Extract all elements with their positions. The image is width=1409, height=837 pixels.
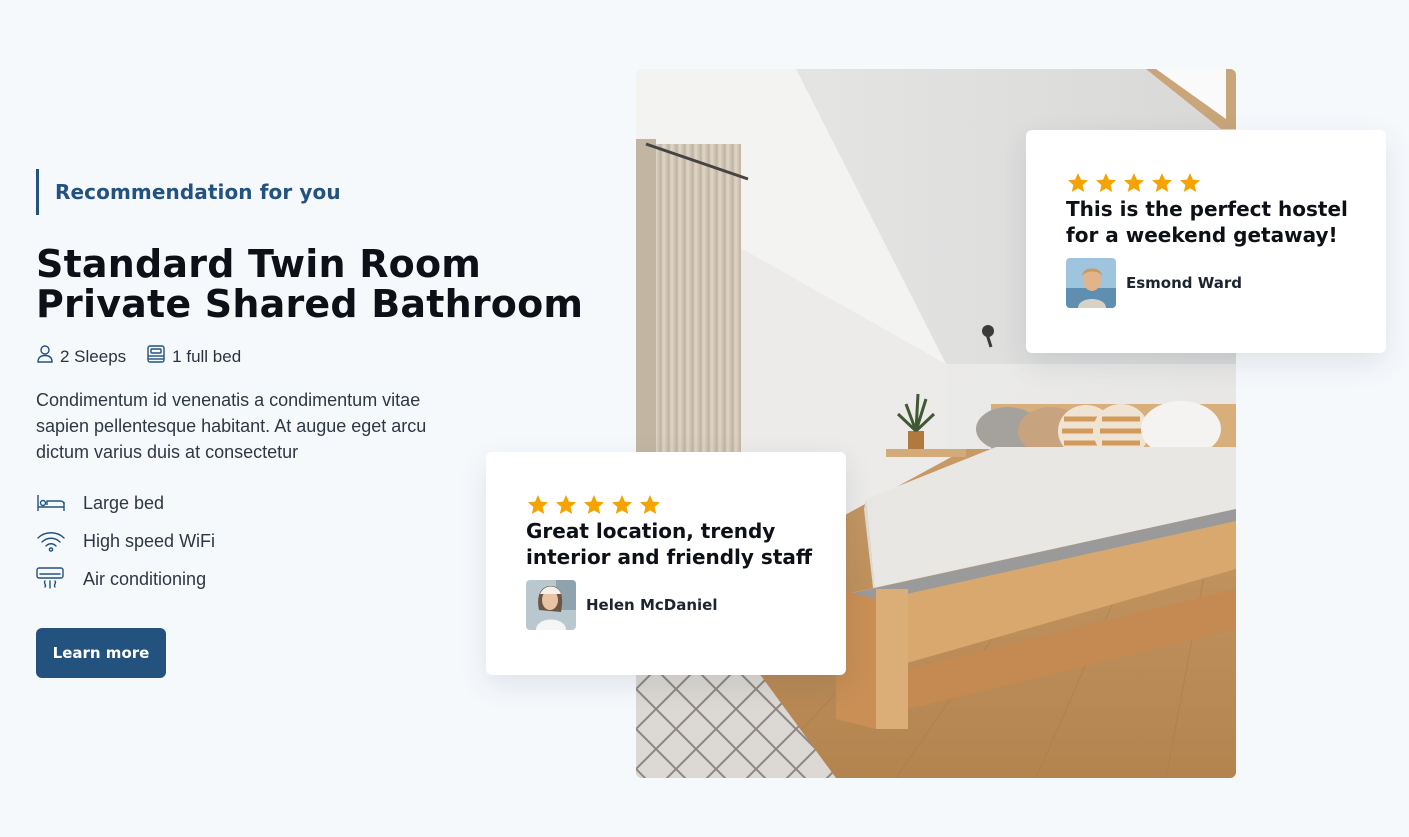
- amenity-label: Large bed: [83, 492, 165, 513]
- review-quote: This is the perfect hostel for a weekend…: [1066, 197, 1348, 247]
- author-name: Esmond Ward: [1126, 274, 1243, 292]
- eyebrow-label: Recommendation for you: [55, 180, 341, 204]
- star-icon: [556, 495, 576, 514]
- star-icon: [612, 495, 632, 514]
- star-icon: [640, 495, 660, 514]
- amenity-item: High speed WiFi: [36, 522, 215, 560]
- amenity-item: Air conditioning: [36, 560, 215, 598]
- amenity-label: Air conditioning: [83, 568, 207, 589]
- spec-beds: 1 full bed: [146, 344, 241, 369]
- bed-icon: [146, 344, 172, 369]
- star-icon: [584, 495, 604, 514]
- air-conditioner-icon: [36, 567, 83, 591]
- star-icon: [1068, 173, 1088, 192]
- review-card: Great location, trendy interior and frie…: [486, 452, 846, 675]
- room-title-line-2: Private Shared Bathroom: [36, 282, 584, 326]
- room-description: Condimentum id venenatis a condimentum v…: [36, 390, 427, 462]
- star-rating: [1066, 172, 1346, 194]
- learn-more-button[interactable]: Learn more: [36, 628, 166, 678]
- section-eyebrow: Recommendation for you: [36, 169, 341, 215]
- review-quote: Great location, trendy interior and frie…: [526, 519, 813, 569]
- star-icon: [1180, 173, 1200, 192]
- star-icon: [1124, 173, 1144, 192]
- star-rating: [526, 494, 806, 516]
- review-author: Helen McDaniel: [526, 580, 806, 630]
- person-icon: [36, 344, 60, 369]
- star-icon: [1152, 173, 1172, 192]
- amenity-item: Large bed: [36, 484, 215, 522]
- spec-sleeps-label: 2 Sleeps: [60, 346, 127, 366]
- spec-beds-label: 1 full bed: [172, 346, 242, 366]
- star-icon: [1096, 173, 1116, 192]
- room-specs: 2 Sleeps 1 full bed: [36, 344, 261, 369]
- author-name: Helen McDaniel: [586, 596, 718, 614]
- review-author: Esmond Ward: [1066, 258, 1346, 308]
- room-title-line-1: Standard Twin Room: [36, 242, 482, 286]
- amenities-list: Large bed High speed WiFi Air conditioni…: [36, 484, 215, 598]
- bed-icon: [36, 494, 83, 512]
- star-icon: [528, 495, 548, 514]
- spec-sleeps: 2 Sleeps: [36, 344, 126, 369]
- avatar: [526, 580, 576, 630]
- room-title: Standard Twin Room Private Shared Bathro…: [36, 244, 596, 324]
- review-card: This is the perfect hostel for a weekend…: [1026, 130, 1386, 353]
- amenity-label: High speed WiFi: [83, 530, 216, 551]
- wifi-icon: [36, 530, 83, 552]
- avatar: [1066, 258, 1116, 308]
